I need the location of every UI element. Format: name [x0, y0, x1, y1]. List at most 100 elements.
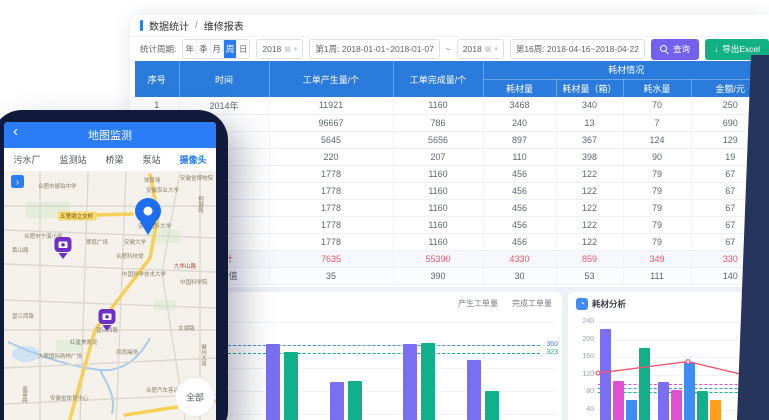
- year-to-select[interactable]: 2018▦▾: [457, 39, 504, 59]
- bar-produced-4: [467, 360, 481, 420]
- map-label: 安徽农业大学: [146, 186, 180, 194]
- phone-app-title: 地图监测: [88, 127, 132, 143]
- phone-tab-监测站[interactable]: 监测站: [59, 153, 86, 166]
- table-row: 177811604561227967: [135, 216, 769, 233]
- period-option-周[interactable]: 周: [223, 40, 236, 58]
- phone-tabs: 污水厂 监测站 桥梁 泵站 摄像头: [4, 148, 216, 172]
- table-cell: 4330: [483, 250, 556, 267]
- legend-item-completed[interactable]: 完成工单量: [512, 298, 552, 309]
- map-label: 合肥科技馆: [116, 252, 144, 260]
- chevron-down-icon: ▾: [494, 45, 498, 53]
- table-cell: 456: [483, 233, 556, 250]
- consumables-chart-title: ◔ 耗材分析: [576, 298, 626, 310]
- table-cell: 79: [623, 182, 691, 199]
- report-table-head: 序号时间工单产生量/个工单完成量/个耗材情况耗材量耗材量（箱）耗水量金额/元: [135, 61, 769, 97]
- table-cell: 1160: [393, 97, 483, 114]
- phone-tab-摄像头[interactable]: 摄像头: [179, 153, 206, 166]
- week-from-input[interactable]: 第1周: 2018-01-01~2018-01-07: [309, 39, 439, 59]
- phone-tab-污水厂[interactable]: 污水厂: [13, 153, 40, 166]
- week-to-input[interactable]: 第16周: 2018-04-16~2018-04-22: [510, 39, 645, 59]
- table-cell: 1778: [269, 216, 393, 233]
- period-option-季[interactable]: 季: [196, 40, 209, 58]
- bar-series1-group1: [671, 390, 682, 420]
- bar-series4-group1: [710, 400, 721, 420]
- table-cell: 1160: [393, 182, 483, 199]
- table-cell: 859: [556, 250, 623, 267]
- bar-completed-4: [485, 391, 499, 420]
- table-cell: 5645: [269, 131, 393, 148]
- table-cell: 240: [483, 114, 556, 131]
- workorder-chart-legend: 产生工单量 完成工单量: [458, 298, 552, 309]
- table-cell: 13: [556, 114, 623, 131]
- table-cell: 897: [483, 131, 556, 148]
- table-cell: 11921: [269, 97, 393, 114]
- phone-app-header: ‹ 地图监测: [4, 122, 216, 148]
- breadcrumb-section[interactable]: 数据统计: [149, 18, 189, 33]
- column-header: 时间: [179, 61, 269, 97]
- table-cell: 30: [483, 267, 556, 284]
- period-option-日[interactable]: 日: [236, 40, 249, 58]
- map-label: 安徽省体育中心: [50, 394, 89, 402]
- map-label: 中国科学院: [180, 278, 208, 286]
- chevron-down-icon: ▾: [294, 45, 298, 53]
- table-row: 177811604561227967: [135, 182, 769, 199]
- gridline: [228, 322, 556, 323]
- map-label: 五里墩立交桥: [60, 212, 94, 220]
- bar-series1-group0: [613, 381, 624, 420]
- table-row: 177811604561227967: [135, 199, 769, 216]
- table-cell: 1160: [393, 199, 483, 216]
- bar-series2-group1: [684, 362, 695, 420]
- total-row: 合计7635553904330859349330: [135, 250, 769, 267]
- table-row: 96667786240137690: [135, 114, 769, 131]
- table-cell: 456: [483, 216, 556, 233]
- table-cell: 35: [269, 267, 393, 284]
- table-cell: 124: [623, 131, 691, 148]
- table-cell: 90: [623, 148, 691, 165]
- table-cell: 456: [483, 182, 556, 199]
- phone-map-area[interactable]: 合肥市琥珀中学体育场安徽农业大学安徽省博物院桐城路五里墩立交桥安徽医科大学合肥市…: [4, 172, 216, 420]
- back-chevron-icon[interactable]: ‹: [13, 123, 18, 140]
- period-option-年[interactable]: 年: [183, 40, 196, 58]
- map-label: 中国科学技术大学: [122, 270, 167, 278]
- phone-tab-桥梁[interactable]: 桥梁: [105, 153, 123, 166]
- table-cell: 79: [623, 199, 691, 216]
- table-cell: 367: [556, 131, 623, 148]
- show-all-button[interactable]: 全部: [176, 378, 215, 417]
- map-label: 桐城路: [197, 195, 204, 214]
- table-row: 56455656897367124129: [135, 131, 769, 148]
- reference-line-label: 360: [546, 341, 558, 348]
- column-header: 序号: [135, 61, 179, 97]
- phone-tab-泵站[interactable]: 泵站: [142, 153, 160, 166]
- table-cell: 349: [623, 250, 691, 267]
- table-cell: 55390: [393, 250, 483, 267]
- table-cell: 122: [556, 165, 623, 182]
- pie-chart-icon: ◔: [576, 298, 588, 310]
- page-title: 维修报表: [204, 18, 244, 33]
- search-button[interactable]: 查询: [651, 39, 699, 60]
- map-label: 太湖路: [178, 324, 195, 332]
- gridline: [598, 340, 765, 341]
- table-cell: 122: [556, 182, 623, 199]
- map-label: 合肥市琥珀中学: [38, 182, 77, 190]
- city-map[interactable]: 合肥市琥珀中学体育场安徽农业大学安徽省博物院桐城路五里墩立交桥安徽医科大学合肥市…: [4, 172, 216, 420]
- legend-item-produced[interactable]: 产生工单量: [458, 298, 498, 309]
- table-cell: 122: [556, 216, 623, 233]
- map-expand-button[interactable]: ›: [11, 175, 24, 188]
- map-label: 徽州大道: [200, 343, 207, 368]
- search-icon: [660, 45, 669, 54]
- table-cell: 122: [556, 199, 623, 216]
- year-from-select[interactable]: 2018▦▾: [256, 39, 303, 59]
- table-cell: 456: [483, 165, 556, 182]
- range-separator: ~: [446, 44, 451, 54]
- period-option-月[interactable]: 月: [210, 40, 223, 58]
- y-tick-label: 160: [570, 353, 594, 360]
- table-cell: 1778: [269, 165, 393, 182]
- report-table: 序号时间工单产生量/个工单完成量/个耗材情况耗材量耗材量（箱）耗水量金额/元 1…: [135, 61, 769, 285]
- y-tick-label: 200: [570, 336, 594, 343]
- map-label: 九华山路: [174, 262, 197, 270]
- calendar-icon: ▦: [485, 45, 492, 53]
- report-table-body: 12014年1192111603468340702509666778624013…: [135, 97, 769, 284]
- download-icon: ↓: [714, 44, 718, 54]
- table-cell: 7: [623, 114, 691, 131]
- table-cell: 207: [393, 148, 483, 165]
